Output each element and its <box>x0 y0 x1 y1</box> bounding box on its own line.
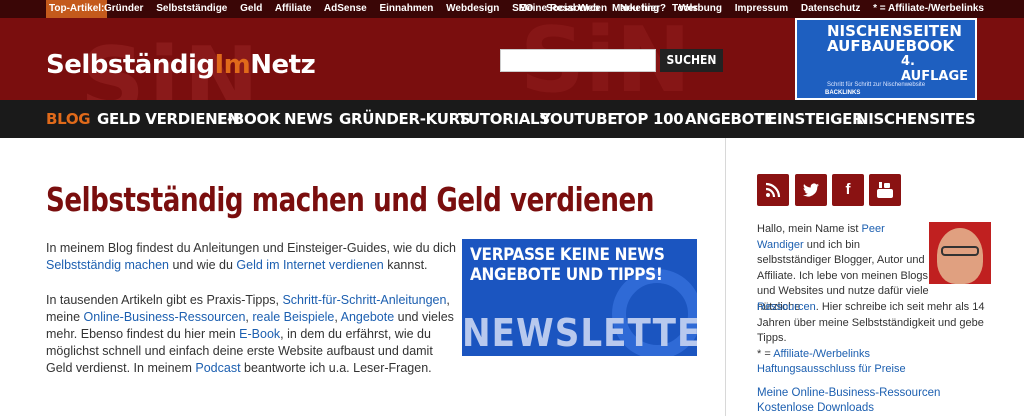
disclaimer-link[interactable]: Haftungsausschluss für Preise <box>757 363 906 375</box>
nav-item-einsteiger[interactable]: EINSTEIGER <box>767 100 864 138</box>
newsletter-big-text: NEWSLETTER <box>462 311 697 355</box>
newsletter-line-2: ANGEBOTE UND TIPPS! <box>470 265 663 285</box>
main-navigation: BLOG GELD VERDIENEN E-BOOK NEWS GRÜNDER-… <box>0 100 1024 138</box>
logo-part-2: Im <box>214 50 251 80</box>
link-reale-beispiele[interactable]: reale Beispiele <box>252 310 334 324</box>
top-link-webdesign[interactable]: Webdesign <box>446 3 499 14</box>
newsletter-headline: VERPASSE KEINE NEWS ANGEBOTE UND TIPPS! <box>470 245 665 285</box>
link-selbststaendig-machen[interactable]: Selbstständig machen <box>46 258 169 272</box>
top-link-adsense[interactable]: AdSense <box>324 3 367 14</box>
intro-text: und wie du <box>169 258 237 272</box>
logo-part-3: Netz <box>250 50 316 80</box>
rss-icon[interactable] <box>757 174 789 206</box>
meta-links: Meine Ressourcen Neu hier? Werbung Impre… <box>509 0 984 18</box>
facebook-icon[interactable]: f <box>832 174 864 206</box>
sidebar-links: Meine Online-Business-Ressourcen Kostenl… <box>757 386 940 416</box>
details-text: beantworte ich u.a. Leser-Fragen. <box>240 361 432 375</box>
nav-item-tutorials[interactable]: TUTORIALS <box>458 100 550 138</box>
site-logo[interactable]: SelbständigImNetz <box>46 50 316 80</box>
intro-text: kannst. <box>383 258 428 272</box>
nav-item-angebote[interactable]: ANGEBOTE <box>685 100 774 138</box>
avatar-face <box>937 228 983 284</box>
nav-item-youtube[interactable]: YOUTUBE <box>540 100 618 138</box>
avatar-glasses <box>941 246 979 256</box>
intro-paragraph: In meinem Blog findest du Anleitungen un… <box>46 240 456 274</box>
link-geld-verdienen[interactable]: Geld im Internet verdienen <box>236 258 383 272</box>
newsletter-line-1: VERPASSE KEINE NEWS <box>470 245 665 265</box>
link-kostenlose-downloads[interactable]: Kostenlose Downloads <box>757 401 940 416</box>
ebook-tag: BACKLINKS <box>825 90 861 96</box>
link-angebote[interactable]: Angebote <box>341 310 395 324</box>
avatar <box>929 222 991 284</box>
nav-item-news[interactable]: NEWS <box>284 100 333 138</box>
top-articles-tag: Top-Artikel: <box>46 0 108 18</box>
logo-part-1: Selbständig <box>46 50 215 80</box>
top-link-gruender[interactable]: Gründer <box>104 3 143 14</box>
link-e-book[interactable]: E-Book <box>239 327 280 341</box>
affiliate-links-link[interactable]: Affiliate-/Werbelinks <box>773 348 870 360</box>
search-input[interactable] <box>500 49 656 72</box>
nav-item-top-100[interactable]: TOP 100 <box>615 100 684 138</box>
link-anleitungen[interactable]: Schritt-für-Schritt-Anleitungen <box>282 293 446 307</box>
search-button[interactable]: SUCHEN <box>660 49 723 72</box>
nav-item-blog[interactable]: BLOG <box>46 100 91 138</box>
nav-item-nischensites[interactable]: NISCHENSITES <box>856 100 976 138</box>
youtube-icon[interactable] <box>869 174 901 206</box>
details-text: In tausenden Artikeln gibt es Praxis-Tip… <box>46 293 283 307</box>
top-link-geld[interactable]: Geld <box>240 3 262 14</box>
intro-text: In meinem Blog findest du Anleitungen un… <box>46 241 456 255</box>
ebook-edition: 4. AUFLAGE <box>901 54 968 84</box>
meta-link-ressourcen[interactable]: Meine Ressourcen <box>519 3 607 14</box>
top-link-affiliate[interactable]: Affiliate <box>275 3 312 14</box>
author-bio-continued: Ressourcen. Hier schreibe ich seit mehr … <box>757 300 997 378</box>
meta-link-werbung[interactable]: Werbung <box>679 3 722 14</box>
link-ressourcen[interactable]: Online-Business-Ressourcen <box>84 310 246 324</box>
link-online-business-ressourcen[interactable]: Meine Online-Business-Ressourcen <box>757 386 940 401</box>
top-link-selbststaendige[interactable]: Selbstständige <box>156 3 227 14</box>
meta-link-datenschutz[interactable]: Datenschutz <box>801 3 860 14</box>
twitter-icon[interactable] <box>795 174 827 206</box>
meta-link-impressum[interactable]: Impressum <box>735 3 788 14</box>
top-bar: Top-Artikel: Gründer Selbstständige Geld… <box>0 0 1024 18</box>
ebook-banner[interactable]: NISCHENSEITEN AUFBAUEBOOK 4. AUFLAGE Sch… <box>795 18 977 100</box>
link-podcast[interactable]: Podcast <box>195 361 240 375</box>
top-link-einnahmen[interactable]: Einnahmen <box>379 3 433 14</box>
bio-text: Hallo, mein Name ist <box>757 223 862 235</box>
nav-item-gruender-kurs[interactable]: GRÜNDER-KURS <box>339 100 471 138</box>
details-paragraph: In tausenden Artikeln gibt es Praxis-Tip… <box>46 292 456 377</box>
newsletter-banner[interactable]: VERPASSE KEINE NEWS ANGEBOTE UND TIPPS! … <box>462 239 697 356</box>
ebook-title-line-2: AUFBAUEBOOK <box>827 37 955 55</box>
ressourcen-link[interactable]: Ressourcen <box>757 301 816 313</box>
nav-item-e-book[interactable]: E-BOOK <box>217 100 281 138</box>
affiliate-note: * = Affiliate-/Werbelinks <box>873 3 984 14</box>
meta-link-neu-hier[interactable]: Neu hier? <box>620 3 666 14</box>
affiliate-note-prefix: * = <box>757 347 774 360</box>
ebook-subtitle: Schritt für Schritt zur Nischenwebsite <box>827 82 926 88</box>
page-title: Selbstständig machen und Geld verdienen <box>46 180 655 219</box>
